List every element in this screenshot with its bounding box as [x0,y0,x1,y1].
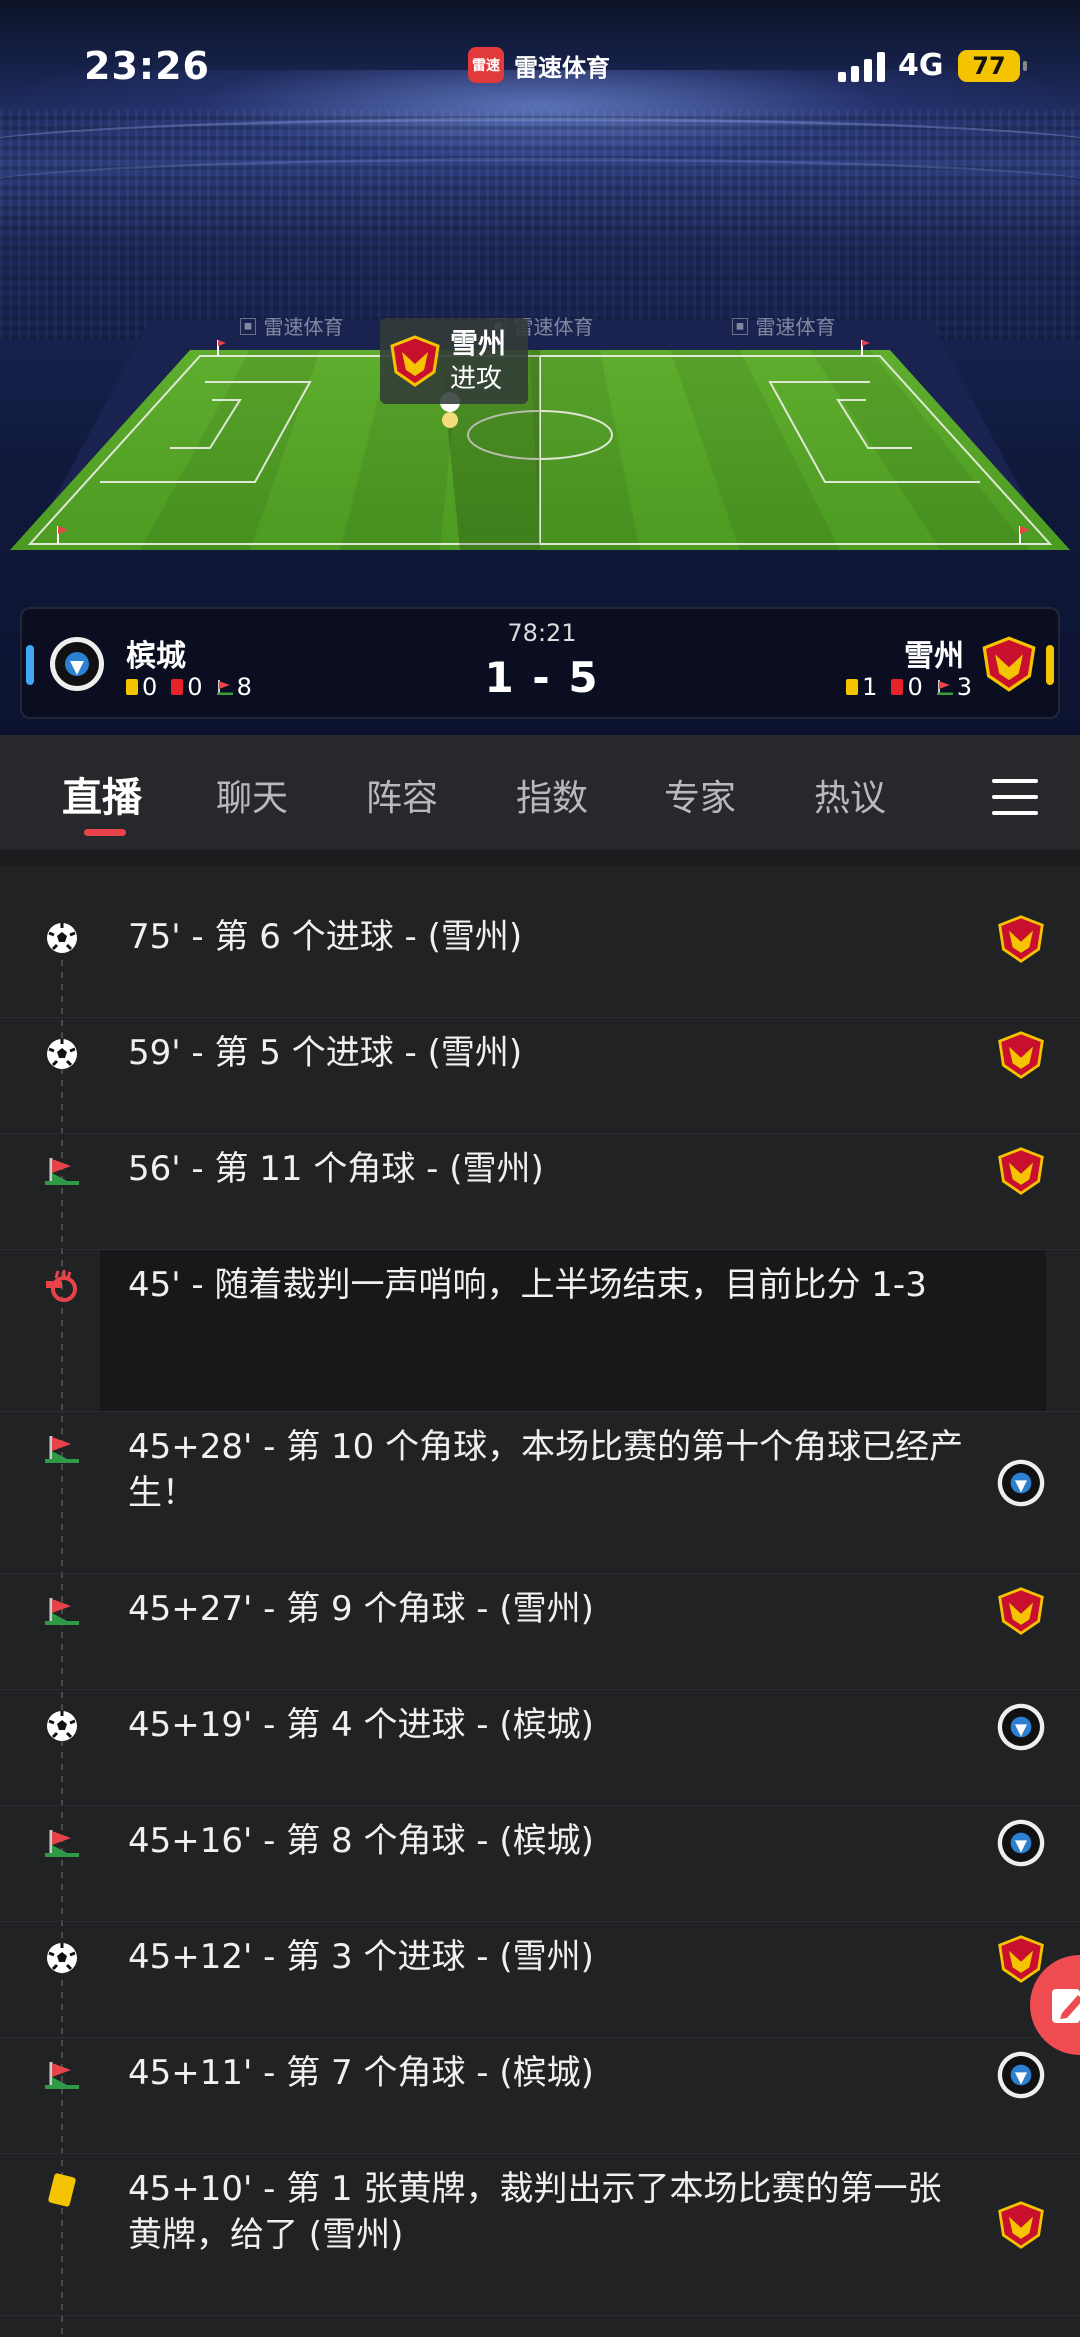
penang-crest-icon [996,1702,1046,1752]
event-text: 45+27' - 第 9 个角球 - (雪州) [128,1589,594,1629]
whistle-icon [44,1268,80,1304]
tab-chat[interactable]: 聊天 [216,769,288,821]
active-tab-indicator [84,829,126,836]
tab-experts[interactable]: 专家 [664,769,736,821]
red-card-icon [891,679,904,695]
away-stats: 1 0 3 [846,673,972,701]
app-logo: 雷速 [468,47,504,83]
event-text: 45+16' - 第 8 个角球 - (槟城) [128,1821,594,1861]
event-row[interactable]: 45+27' - 第 9 个角球 - (雪州) [0,1574,1080,1690]
away-red-cards: 0 [891,673,923,701]
corner-flag-icon [44,1824,80,1860]
event-row[interactable]: 45+10' - 第 1 张黄牌，裁判出示了本场比赛的第一张黄牌，给了 (雪州) [0,2154,1080,2316]
battery-level: 77 [972,52,1006,80]
event-row[interactable]: 45' - 随着裁判一声哨响，上半场结束，目前比分 1-3 [0,1250,1080,1412]
selangor-crest-icon [996,914,1046,964]
event-text: 45+11' - 第 7 个角球 - (槟城) [128,2053,594,2093]
attacking-state: 进攻 [450,364,503,394]
event-text: 75' - 第 6 个进球 - (雪州) [128,917,523,957]
football-pitch: ▣ 雷速体育 ▣ 雷速体育 ▣ 雷速体育 [10,316,1070,550]
soccer-ball-icon [44,1708,80,1744]
event-row[interactable]: 59' - 第 5 个进球 - (雪州) [0,1018,1080,1134]
tab-odds[interactable]: 指数 [516,769,588,821]
feed-top-edge [0,850,1080,866]
event-row[interactable]: 45+12' - 第 3 个进球 - (雪州) [0,1922,1080,2038]
event-text: 59' - 第 5 个进球 - (雪州) [128,1033,523,1073]
event-row[interactable]: 56' - 第 11 个角球 - (雪州) [0,1134,1080,1250]
pencil-icon [1052,1989,1080,2023]
network-type: 4G [898,48,944,83]
status-time: 23:26 [84,44,210,88]
selangor-crest-icon [996,1146,1046,1196]
penang-crest-icon [996,1818,1046,1868]
attack-indicator: 雪州 进攻 [380,318,528,404]
away-team-name: 雪州 [904,639,964,674]
battery-icon: 77 [958,50,1027,82]
corner-flag-icon [44,2056,80,2092]
stand-rim-lower [0,158,1080,218]
event-row[interactable]: 45+28' - 第 10 个角球，本场比赛的第十个角球已经产生！ [0,1412,1080,1574]
live-event-feed: 75' - 第 6 个进球 - (雪州) 59' - 第 5 个进球 - (雪州)… [0,850,1080,2337]
event-row[interactable]: 45+19' - 第 4 个进球 - (槟城) [0,1690,1080,1806]
soccer-ball-icon [44,1940,80,1976]
event-text: 45+19' - 第 4 个进球 - (槟城) [128,1705,594,1745]
event-row[interactable]: 45+16' - 第 8 个角球 - (槟城) [0,1806,1080,1922]
soccer-ball-icon [44,920,80,956]
app-indicator: 雷速 雷速体育 [468,46,610,84]
away-yellow-cards: 1 [846,673,877,701]
tab-live[interactable]: 直播 [62,765,142,823]
event-row[interactable]: 45+11' - 第 7 个角球 - (槟城) [0,2038,1080,2154]
selangor-crest-icon [996,2200,1046,2250]
selangor-crest-icon [982,636,1036,692]
event-row[interactable]: 75' - 第 6 个进球 - (雪州) [0,902,1080,1018]
scoreboard: 槟城 0 0 8 78:21 1 - 5 雪州 1 0 3 [20,607,1060,719]
event-text: 56' - 第 11 个角球 - (雪州) [128,1149,544,1189]
menu-icon[interactable] [992,779,1038,815]
yellow-card-icon [846,679,859,695]
selangor-crest-icon [996,1586,1046,1636]
ad-text-1: ▣ 雷速体育 [238,316,344,339]
corner-flag-icon [44,1152,80,1188]
app-name: 雷速体育 [514,53,610,82]
penang-crest-icon [996,2050,1046,2100]
event-text: 45+28' - 第 10 个角球，本场比赛的第十个角球已经产生！ [128,1427,964,1513]
corner-flag-icon [44,1430,80,1466]
status-bar: 23:26 雷速 雷速体育 4G 77 [0,0,1080,130]
ad-text-3: ▣ 雷速体育 [730,316,836,339]
event-text: 45+12' - 第 3 个进球 - (雪州) [128,1937,594,1977]
soccer-ball-icon [44,1036,80,1072]
penang-crest-icon [996,1458,1046,1508]
away-corners: 3 [936,673,972,701]
tab-discussion[interactable]: 热议 [814,769,886,821]
event-text: 45' - 随着裁判一声哨响，上半场结束，目前比分 1-3 [128,1265,927,1305]
tab-lineup[interactable]: 阵容 [366,769,438,821]
tab-bar: 直播 聊天 阵容 指数 专家 热议 [0,735,1080,850]
corner-flag-icon [936,680,953,695]
selangor-crest-icon [996,1030,1046,1080]
yellow-card-icon [44,2172,80,2208]
signal-strength-icon [838,52,886,82]
selangor-crest-icon [390,335,440,387]
event-text: 45+10' - 第 1 张黄牌，裁判出示了本场比赛的第一张黄牌，给了 (雪州) [128,2169,942,2255]
corner-flag-icon [44,1592,80,1628]
attacking-team: 雪州 [450,327,507,360]
